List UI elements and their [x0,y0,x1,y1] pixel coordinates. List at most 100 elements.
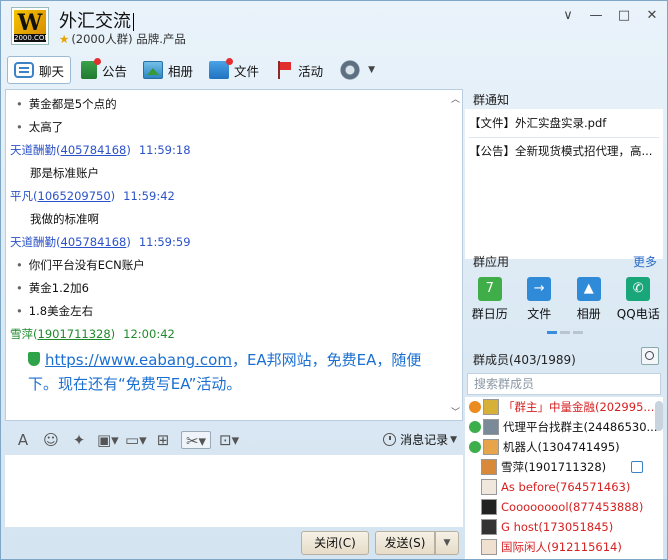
avatar[interactable] [483,399,499,415]
member-list[interactable]: 「群主」中量金融(202995... 代理平台找群主(24486530... 机器人… [465,397,663,559]
notice-item[interactable]: 【公告】全新现货模式招代理，高... [469,143,661,159]
app-label: 群日历 [471,307,508,321]
tab-notice[interactable]: 公告 [75,56,133,84]
app-icon: ✆ [626,277,651,301]
sender-name[interactable]: 天道酬勤(405784168) [10,235,131,249]
gift-bag-icon[interactable]: ▣▾ [97,431,119,449]
send-button[interactable]: 发送(S) [375,531,435,555]
image-icon[interactable]: ▭▾ [125,431,147,449]
message-history-button[interactable]: 消息记录 ▼ [383,431,457,448]
font-icon[interactable]: A [13,431,33,449]
app-icon: → [527,277,552,301]
send-options-button[interactable]: ▼ [435,531,459,555]
more-tools-icon[interactable]: ⊡▾ [219,431,239,449]
sender-name[interactable]: 平凡(1065209750) [10,189,115,203]
ad-link[interactable]: https://www.eabang.com [45,351,232,369]
input-toolbar: A ☺ ✦ ▣▾ ▭▾ ⊞ ✂▾ ⊡▾ 消息记录 ▼ [5,427,463,453]
scroll-up-arrow-icon[interactable]: ︿ [451,92,460,105]
close-button[interactable]: ✕ [645,9,659,23]
search-icon[interactable] [641,347,659,365]
minimize-button[interactable]: — [589,9,603,23]
member-row[interactable]: Cooooooool(877453888) [481,497,643,517]
owner-badge-icon [469,401,481,413]
tab-chat[interactable]: 聊天 [7,56,72,84]
chat-message: • 你们平台没有ECN账户 [16,258,145,272]
app-label: 文件 [527,307,552,321]
magic-wand-icon[interactable]: ✦ [69,431,89,449]
member-search-input[interactable]: 搜索群成员 [467,373,661,395]
message-time: 11:59:59 [138,235,191,249]
tab-activity[interactable]: 活动 [269,56,329,84]
member-list-scrollbar[interactable] [655,401,663,431]
app-icon: ▲ [576,277,601,301]
photo-icon [143,61,164,79]
gear-icon [339,59,362,81]
chat-sender: 雪萍(1901711328) 12:00:42 [10,326,175,342]
folder-icon [209,58,234,79]
avatar[interactable] [483,419,499,435]
group-name[interactable]: 外汇交流 [59,7,134,33]
maximize-button[interactable]: □ [617,9,631,23]
message-time: 11:59:42 [123,189,175,203]
member-row[interactable]: 代理平台找群主(24486530... [469,417,658,437]
member-row[interactable]: 国际闲人(912115614) [481,537,622,557]
chevron-down-icon[interactable]: ∨ [561,9,575,23]
group-avatar[interactable]: W 2000.COM [11,7,49,45]
avatar[interactable] [481,499,497,515]
group-app[interactable]: ✆ QQ电话 [615,275,661,335]
avatar[interactable] [481,519,497,535]
settings-menu[interactable]: ▼ [333,56,381,84]
emoji-icon[interactable]: ☺ [41,431,61,449]
group-apps: 7 群日历 → 文件 ▲ 相册 ✆ QQ电话 [465,275,663,335]
chat-history[interactable]: ︿ • 黄金都是5个点的 • 太高了 天道酬勤(405784168) 11:59:18 那是… [5,89,463,421]
group-logo-mark: W [14,10,46,36]
send-button-row: 关闭(C) 发送(S) ▼ [5,529,463,557]
divider [469,137,659,138]
member-row[interactable]: 「群主」中量金融(202995... [469,397,654,417]
tab-album[interactable]: 相册 [137,56,199,84]
message-time: 12:00:42 [123,327,175,341]
member-row[interactable]: As before(764571463) [481,477,630,497]
group-app[interactable]: ▲ 相册 [566,275,612,335]
tab-file[interactable]: 文件 [203,56,265,84]
main-toolbar: 聊天 公告 相册 文件 活动 ▼ [7,55,385,85]
gift-icon[interactable]: ⊞ [153,431,173,449]
avatar[interactable] [481,539,497,555]
group-app[interactable]: 7 群日历 [467,275,513,335]
chat-message: • 1.8美金左右 [16,304,94,318]
clock-icon [383,433,397,446]
message-input[interactable] [5,455,463,527]
sender-name[interactable]: 天道酬勤(405784168) [10,143,131,157]
member-name: Cooooooool(877453888) [501,500,644,514]
bullet-icon: • [16,120,23,134]
scroll-down-arrow-icon[interactable]: ﹀ [451,405,460,418]
member-row[interactable]: 雪萍(1901711328) [481,457,606,477]
flag-icon [275,61,293,79]
member-row[interactable]: 机器人(1304741495) [469,437,620,457]
sender-qq-link[interactable]: 405784168 [61,235,127,249]
chat-message: 我做的标准啊 [30,212,99,226]
notice-item[interactable]: 【文件】外汇实盘实录.pdf [469,115,661,131]
message-time: 11:59:18 [138,143,191,157]
chat-sender: 平凡(1065209750) 11:59:42 [10,188,175,204]
sender-qq-link[interactable]: 405784168 [61,143,127,157]
app-label: QQ电话 [616,307,660,321]
admin-badge-icon [469,441,481,453]
sender-qq-link[interactable]: 1065209750 [38,189,111,203]
bullet-icon: • [16,304,23,318]
avatar[interactable] [481,459,497,475]
avatar[interactable] [481,479,497,495]
group-app[interactable]: → 文件 [516,275,562,335]
close-chat-button[interactable]: 关闭(C) [301,531,369,555]
sender-name[interactable]: 雪萍(1901711328) [10,327,115,341]
edit-icon[interactable] [631,461,643,473]
member-name: 代理平台找群主(24486530... [503,420,658,434]
shield-icon [28,352,40,366]
bullet-icon: • [16,281,23,295]
app-label: 相册 [576,307,601,321]
sender-qq-link[interactable]: 1901711328 [38,327,111,341]
member-row[interactable]: G host(173051845) [481,517,613,537]
more-apps-link[interactable]: 更多 [633,253,657,270]
avatar[interactable] [483,439,499,455]
screenshot-scissors-icon[interactable]: ✂▾ [181,431,211,450]
